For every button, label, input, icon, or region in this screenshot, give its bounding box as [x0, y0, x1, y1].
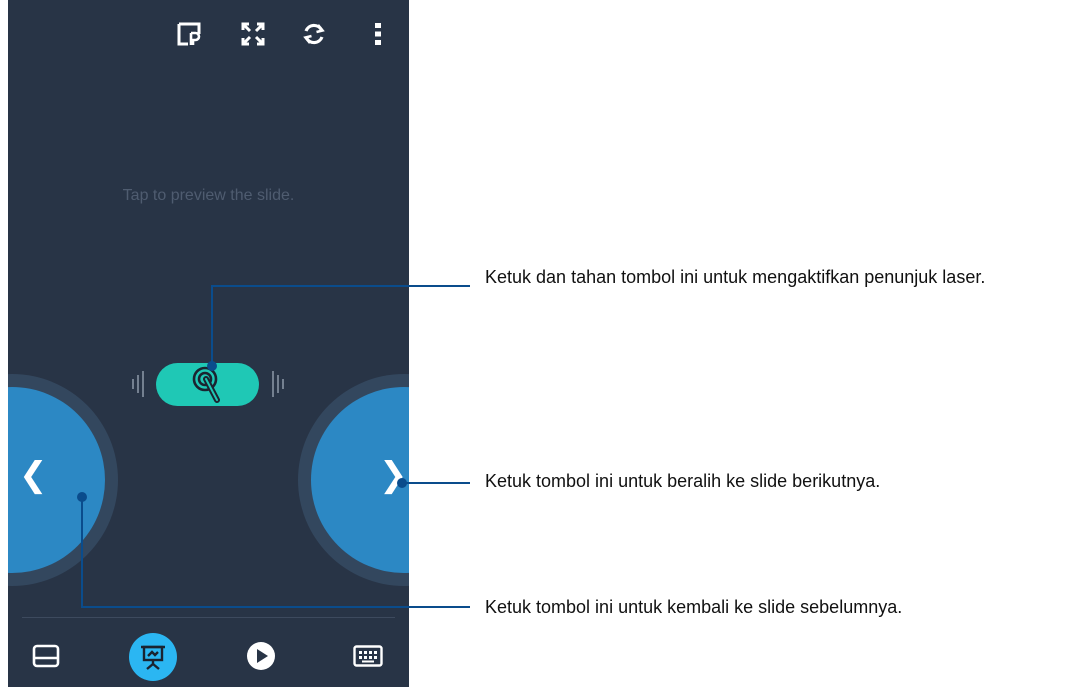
callout-next: Ketuk tombol ini untuk beralih ke slide … [485, 471, 881, 491]
callout-prev: Ketuk tombol ini untuk kembali ke slide … [485, 597, 903, 617]
callout-laser: Ketuk dan tahan tombol ini untuk mengakt… [485, 267, 986, 287]
callout-lines [77, 285, 470, 608]
